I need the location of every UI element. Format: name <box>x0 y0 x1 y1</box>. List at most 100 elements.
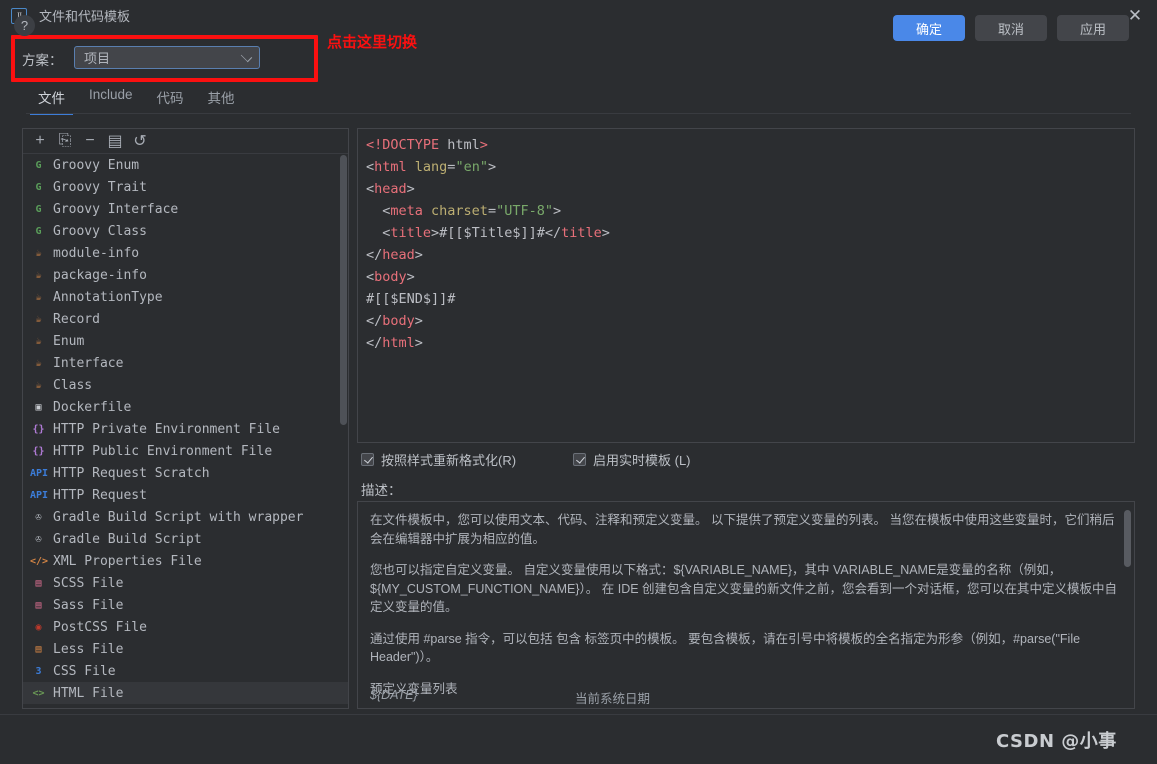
list-item-label: Less File <box>53 641 124 657</box>
code-token: = <box>487 203 497 219</box>
list-item[interactable]: ☕ Enum <box>23 330 348 352</box>
list-item[interactable]: ▤ Sass File <box>23 594 348 616</box>
tab-0[interactable]: 文件 <box>26 86 77 115</box>
list-item[interactable]: </> XML Properties File <box>23 550 348 572</box>
list-item-label: XML Properties File <box>53 553 202 569</box>
list-item-label: Groovy Trait <box>53 179 147 195</box>
list-item[interactable]: {} HTTP Public Environment File <box>23 440 348 462</box>
reformat-checkbox-label: 按照样式重新格式化(R) <box>381 453 517 468</box>
live-template-checkbox-label: 启用实时模板 (L) <box>593 453 691 468</box>
list-item-label: Groovy Class <box>53 223 147 239</box>
code-token: #[[$END$]]# <box>366 291 456 307</box>
code-token: head <box>382 247 415 263</box>
list-item-label: Dockerfile <box>53 399 132 415</box>
list-item[interactable]: ☕ module-info <box>23 242 348 264</box>
file-list-scrollbar[interactable] <box>340 155 347 425</box>
list-item[interactable]: API HTTP Request Scratch <box>23 462 348 484</box>
file-type-icon: ✇ <box>35 511 42 523</box>
list-item-label: HTTP Public Environment File <box>53 443 273 459</box>
list-item[interactable]: {} HTTP Private Environment File <box>23 418 348 440</box>
file-type-icon: ◉ <box>35 621 42 633</box>
list-item[interactable]: G Groovy Enum <box>23 154 348 176</box>
scheme-dropdown[interactable]: 项目 <box>74 46 260 69</box>
list-item[interactable]: ☕ Class <box>23 374 348 396</box>
reformat-checkbox[interactable]: 按照样式重新格式化(R) <box>361 450 516 469</box>
file-type-icon: ✇ <box>35 533 42 545</box>
code-token: </ <box>366 313 383 329</box>
code-line: <body> <box>366 266 1126 288</box>
code-token: > <box>414 335 423 351</box>
code-token: title <box>390 225 432 241</box>
cancel-button[interactable]: 取消 <box>975 15 1047 41</box>
list-item-label: HTML File <box>53 685 124 701</box>
file-type-icon: G <box>35 181 42 193</box>
template-file-list[interactable]: G Groovy Enum G Groovy Trait G Groovy Interfa… <box>23 154 348 708</box>
ok-button[interactable]: 确定 <box>893 15 965 41</box>
code-token: > <box>414 313 423 329</box>
list-item[interactable]: ☕ Interface <box>23 352 348 374</box>
list-item-label: Groovy Interface <box>53 201 179 217</box>
code-token: </ <box>366 247 383 263</box>
list-item[interactable]: ◉ PostCSS File <box>23 616 348 638</box>
file-type-icon: {} <box>32 445 45 457</box>
code-token: < <box>366 225 391 241</box>
list-item-label: Interface <box>53 355 124 371</box>
code-line: </head> <box>366 244 1126 266</box>
code-token: < <box>366 181 375 197</box>
live-template-checkbox[interactable]: 启用实时模板 (L) <box>573 450 691 469</box>
code-token: > <box>406 181 415 197</box>
code-line: <html lang="en"> <box>366 156 1126 178</box>
code-token: "en" <box>455 159 488 175</box>
list-item[interactable]: G Groovy Class <box>23 220 348 242</box>
list-item[interactable]: G Groovy Interface <box>23 198 348 220</box>
list-item-label: Class <box>53 377 93 393</box>
file-type-icon: ▤ <box>35 643 42 655</box>
list-item[interactable]: ▤ Less File <box>23 638 348 660</box>
copy-icon[interactable]: ⎘ <box>54 131 76 152</box>
file-type-icon: G <box>35 159 42 171</box>
list-item[interactable]: G Groovy Trait <box>23 176 348 198</box>
file-type-icon: <> <box>32 687 45 699</box>
list-item-label: HTTP Private Environment File <box>53 421 280 437</box>
scheme-label: 方案： <box>22 53 63 68</box>
help-icon[interactable]: ? <box>14 15 35 36</box>
reset-icon[interactable]: ↺ <box>129 131 151 152</box>
list-item-label: HTTP Request <box>53 487 147 503</box>
file-type-icon: ▤ <box>35 577 42 589</box>
code-token: < <box>366 203 391 219</box>
duplicate-icon[interactable]: ▤ <box>104 131 126 152</box>
list-item[interactable]: ✇ Gradle Build Script <box>23 528 348 550</box>
list-item-label: Groovy Enum <box>53 157 140 173</box>
file-type-icon: ☕ <box>35 291 42 303</box>
template-code-editor[interactable]: <!DOCTYPE html> <html lang="en"> <head> <m… <box>357 128 1135 443</box>
code-token: html <box>382 335 415 351</box>
remove-icon[interactable]: − <box>79 131 101 152</box>
list-item[interactable]: ☕ AnnotationType <box>23 286 348 308</box>
code-token: charset <box>422 203 488 219</box>
list-item[interactable]: 3 CSS File <box>23 660 348 682</box>
list-item[interactable]: ▣ Dockerfile <box>23 396 348 418</box>
list-item[interactable]: ▤ SCSS File <box>23 572 348 594</box>
file-type-icon: ☕ <box>35 379 42 391</box>
window-title: 文件和代码模板 <box>39 9 131 24</box>
file-type-icon: API <box>30 489 49 501</box>
description-box: 在文件模板中，您可以使用文本、代码、注释和预定义变量。 以下提供了预定义变量的列… <box>357 501 1135 709</box>
add-icon[interactable]: + <box>29 131 51 152</box>
list-item[interactable]: API HTTP Request <box>23 484 348 506</box>
list-item[interactable]: <> HTML File <box>23 682 348 704</box>
tab-2[interactable]: 代码 <box>145 86 196 115</box>
apply-button[interactable]: 应用 <box>1057 15 1129 41</box>
list-item[interactable]: ☕ Record <box>23 308 348 330</box>
list-item-label: module-info <box>53 245 140 261</box>
file-type-icon: G <box>35 225 42 237</box>
tab-1[interactable]: Include <box>77 86 145 110</box>
list-item[interactable]: ☕ package-info <box>23 264 348 286</box>
list-item[interactable]: ✇ Gradle Build Script with wrapper <box>23 506 348 528</box>
file-type-icon: ☕ <box>35 335 42 347</box>
list-toolbar: + ⎘ − ▤ ↺ <box>23 129 348 154</box>
tab-3[interactable]: 其他 <box>196 86 247 115</box>
code-token: > <box>601 225 610 241</box>
scheme-dropdown-value: 项目 <box>84 51 111 66</box>
list-item-label: Record <box>53 311 100 327</box>
description-scrollbar[interactable] <box>1124 510 1131 567</box>
